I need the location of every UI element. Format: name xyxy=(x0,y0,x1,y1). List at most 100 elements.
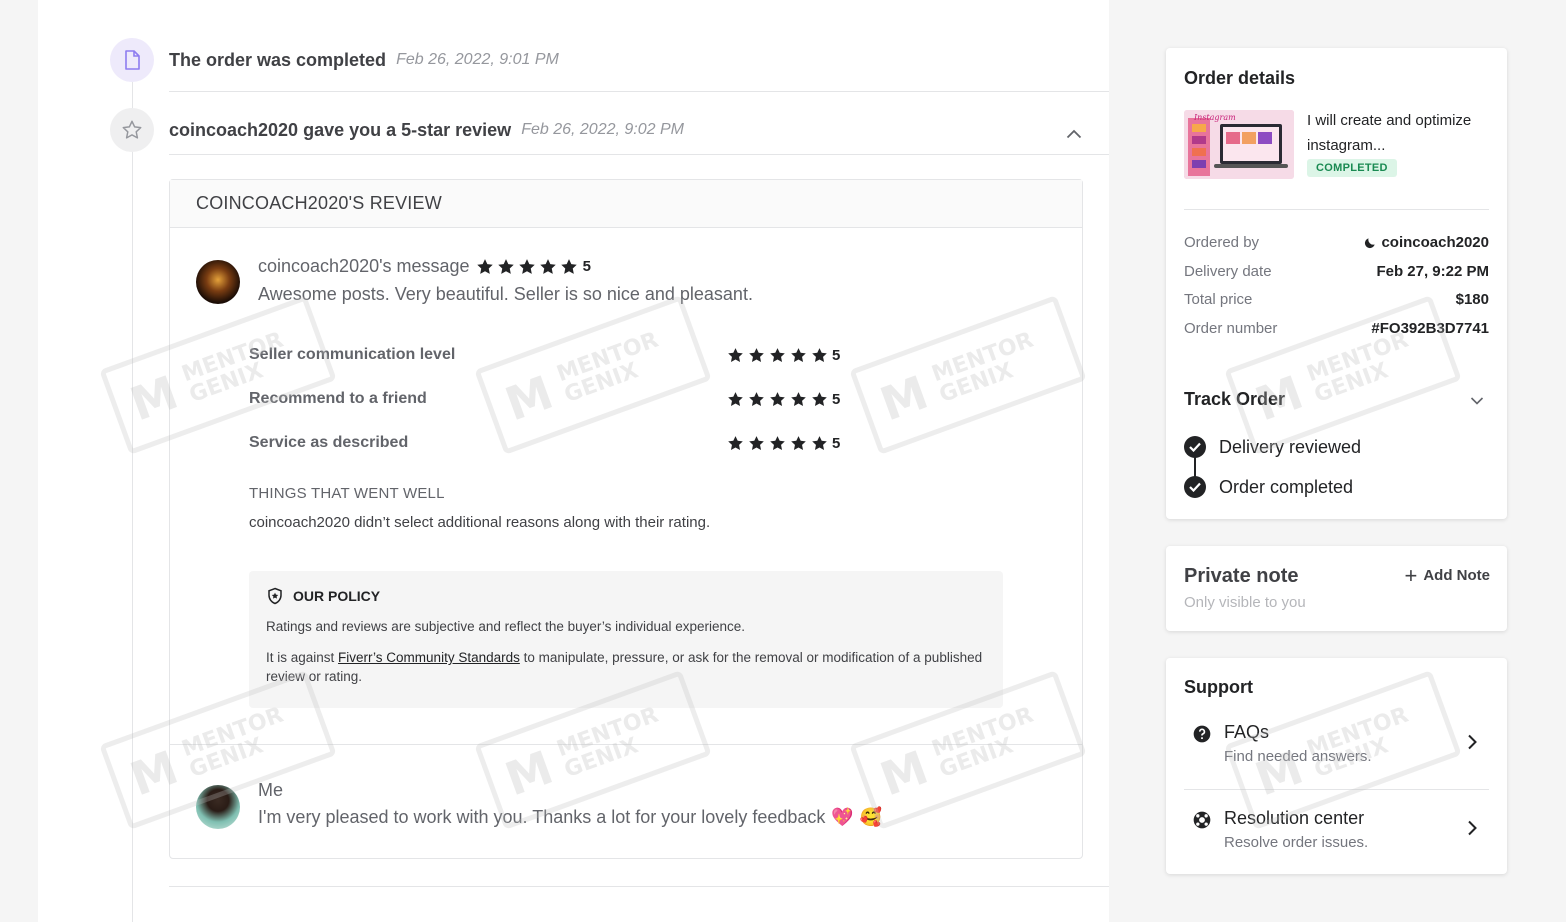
field-value: #FO392B3D7741 xyxy=(1371,320,1489,337)
star-icon xyxy=(497,258,514,274)
community-standards-link[interactable]: Fiverr’s Community Standards xyxy=(338,650,520,665)
star-icon xyxy=(791,347,806,362)
star-icon xyxy=(770,347,785,362)
rating-row-service: Service as described 5 xyxy=(249,433,849,453)
support-item-resolution-center[interactable]: Resolution center Resolve order issues. xyxy=(1184,804,1489,864)
support-title: Support xyxy=(1184,677,1253,697)
timeline-event-review: coincoach2020 gave you a 5-star review F… xyxy=(110,108,684,152)
support-item-desc: Find needed answers. xyxy=(1224,748,1372,765)
review-header: COINCOACH2020'S REVIEW xyxy=(170,180,1082,228)
event-date: Feb 26, 2022, 9:02 PM xyxy=(521,121,684,138)
support-item-label: FAQs xyxy=(1224,722,1270,742)
add-note-button[interactable]: + Add Note xyxy=(1404,562,1490,588)
policy-title: OUR POLICY xyxy=(293,588,381,604)
support-item-desc: Resolve order issues. xyxy=(1224,834,1369,851)
rating-stars: 5 xyxy=(727,391,840,408)
buyer-username-text: coincoach2020 xyxy=(1381,234,1489,251)
chevron-down-icon[interactable] xyxy=(1470,393,1484,411)
support-item-faqs[interactable]: FAQs Find needed answers. xyxy=(1184,718,1489,778)
star-icon xyxy=(749,391,764,406)
star-icon xyxy=(560,258,577,274)
rating-stars: 5 xyxy=(727,347,840,364)
track-step-label: Order completed xyxy=(1219,476,1354,497)
order-timeline-panel: The order was completed Feb 26, 2022, 9:… xyxy=(38,0,1109,922)
rating-stars: 5 xyxy=(727,435,840,452)
star-icon xyxy=(812,347,827,362)
rating-label: Service as described xyxy=(249,434,409,451)
moon-icon xyxy=(1365,237,1376,248)
plus-icon: + xyxy=(1404,562,1418,588)
help-circle-icon xyxy=(1193,725,1211,743)
seller-avatar xyxy=(196,785,240,829)
star-icon xyxy=(728,435,743,450)
buyer-username[interactable]: coincoach2020 xyxy=(1363,234,1489,251)
event-date: Feb 26, 2022, 9:01 PM xyxy=(396,51,559,68)
policy-text-2: It is against Fiverr’s Community Standar… xyxy=(266,648,986,686)
buyer-message-text: Awesome posts. Very beautiful. Seller is… xyxy=(258,284,753,304)
star-icon xyxy=(728,347,743,362)
star-icon xyxy=(539,258,556,274)
divider xyxy=(170,744,1082,745)
divider xyxy=(169,886,1109,887)
order-number-row: Order number #FO392B3D7741 xyxy=(1184,320,1489,337)
field-label: Order number xyxy=(1184,320,1278,337)
collapse-review-button[interactable] xyxy=(1066,126,1086,142)
rating-row-communication: Seller communication level 5 xyxy=(249,345,849,365)
policy-header: OUR POLICY xyxy=(266,587,986,605)
gig-thumbnail[interactable]: Instagram xyxy=(1184,110,1294,179)
private-note-card: Private note Only visible to you + Add N… xyxy=(1166,546,1507,631)
rating-value: 5 xyxy=(832,434,841,452)
rating-row-recommend: Recommend to a friend 5 xyxy=(249,389,849,409)
event-title: The order was completed xyxy=(169,49,387,70)
private-note-title: Private note xyxy=(1184,565,1299,587)
order-details-card: Order details Instagram I will create an… xyxy=(1166,48,1507,519)
shield-icon xyxy=(268,587,282,605)
track-step-delivery-reviewed: Delivery reviewed xyxy=(1184,436,1361,458)
rating-value: 5 xyxy=(832,390,841,408)
gig-title[interactable]: I will create and optimize instagram... xyxy=(1307,108,1487,158)
star-icon xyxy=(791,391,806,406)
star-icon xyxy=(812,391,827,406)
policy-text: Ratings and reviews are subjective and r… xyxy=(266,619,746,634)
star-icon xyxy=(749,435,764,450)
chevron-right-icon xyxy=(1468,820,1477,836)
document-icon xyxy=(110,38,154,82)
star-icon xyxy=(812,435,827,450)
check-circle-icon xyxy=(1184,436,1206,458)
buyer-message-title: coincoach2020's message 5 xyxy=(258,256,591,277)
overall-rating-value: 5 xyxy=(582,258,591,275)
chevron-up-icon xyxy=(1066,129,1082,139)
star-icon xyxy=(728,391,743,406)
smiling-face-emoji: 🥰 xyxy=(859,807,883,827)
chevron-right-icon xyxy=(1468,734,1477,750)
reply-author: Me xyxy=(258,780,284,800)
rating-label: Recommend to a friend xyxy=(249,390,427,407)
add-note-label: Add Note xyxy=(1423,567,1490,584)
field-label: Delivery date xyxy=(1184,263,1272,280)
field-value: $180 xyxy=(1455,291,1489,308)
timeline-event-completed: The order was completed Feb 26, 2022, 9:… xyxy=(110,38,559,82)
private-note-subtitle: Only visible to you xyxy=(1184,594,1306,611)
svg-text:Instagram: Instagram xyxy=(1193,113,1236,122)
star-icon xyxy=(770,391,785,406)
delivery-date-row: Delivery date Feb 27, 9:22 PM xyxy=(1184,263,1489,280)
star-icon xyxy=(791,435,806,450)
policy-box: OUR POLICY Ratings and reviews are subje… xyxy=(249,571,1003,708)
track-order-title[interactable]: Track Order xyxy=(1184,389,1285,410)
overall-stars: 5 xyxy=(476,258,591,276)
star-outline-icon xyxy=(110,108,154,152)
went-well-body: coincoach2020 didn’t select additional r… xyxy=(249,514,711,531)
review-card: COINCOACH2020'S REVIEW coincoach2020's m… xyxy=(169,179,1083,859)
heart-emoji: 💖 xyxy=(831,807,854,827)
field-label: Total price xyxy=(1184,291,1253,308)
reply-text: I'm very pleased to work with you. Thank… xyxy=(258,807,826,827)
star-icon xyxy=(770,435,785,450)
support-item-label: Resolution center xyxy=(1224,808,1365,828)
star-icon xyxy=(476,258,493,274)
divider xyxy=(1184,789,1489,790)
star-icon xyxy=(518,258,535,274)
track-step-order-completed: Order completed xyxy=(1184,476,1353,498)
rating-value: 5 xyxy=(832,346,841,364)
field-label: Ordered by xyxy=(1184,234,1260,251)
divider xyxy=(1184,209,1489,210)
